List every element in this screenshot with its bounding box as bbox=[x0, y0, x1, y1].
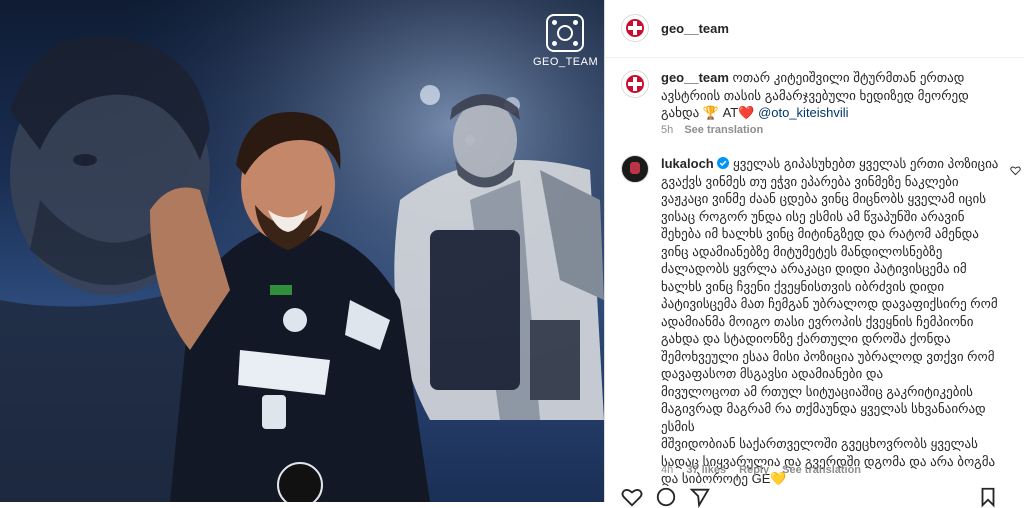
comment-time[interactable]: 4h bbox=[661, 464, 673, 476]
reply-button[interactable]: Reply bbox=[739, 464, 769, 476]
comment-line: მივულოცოთ ამ რთულ სიტუაციაშიც გაკრიტიკებ… bbox=[661, 383, 973, 399]
mention-link[interactable]: @oto_kiteishvili bbox=[758, 105, 849, 120]
like-heart-icon[interactable] bbox=[621, 486, 643, 508]
comment-line: ყველას გიპასუხებთ ყველას ერთი პოზიცია bbox=[733, 156, 999, 171]
post-detail-panel: geo__team geo__team ოთარ კიტეიშვილი შტურ… bbox=[604, 0, 1024, 508]
comment-line: გვაქვს ვინმეს თუ ეჭვი ეპარება ვინმეზე ნა… bbox=[661, 173, 959, 189]
comment-line: გახდა და სტადიონზე ქართული დროშა ქონდა bbox=[661, 331, 951, 346]
comment-bubble-icon[interactable] bbox=[655, 486, 677, 508]
comment-line: მშვიდობიან საქართველოში გვეცხოვრობს ყველ… bbox=[661, 436, 978, 451]
caption-time[interactable]: 5h bbox=[661, 124, 673, 136]
caption-line: გახდა 🏆 AT❤️ bbox=[661, 105, 755, 120]
comment-line: ძალადობს ყვრლა არაკაცი დიდი პატივისცემა … bbox=[661, 261, 967, 276]
comment-line: ესმის bbox=[661, 418, 695, 434]
geo-team-logo-icon bbox=[546, 14, 584, 52]
comment-line: ხალხს ვინც ჩვენი ქვეყნისთვის იბრძვის დიდ… bbox=[661, 278, 945, 294]
comment-line: დავაფასოთ მსგავსი ადამიანები და bbox=[661, 366, 884, 381]
comment-text-block: lukaloch ყველას გიპასუხებთ ყველას ერთი პ… bbox=[661, 155, 1011, 488]
comment-like-heart-icon[interactable] bbox=[1010, 165, 1021, 176]
comment-username[interactable]: lukaloch bbox=[661, 156, 714, 171]
comment-line: ადამიანმა მოიგო თასი ევროპის ქვეყნის ჩემ… bbox=[661, 313, 974, 329]
comment-line: ვინც ადამიანებზე მიტუმეტეს მანდილოსნებზე bbox=[661, 243, 943, 259]
comment-line: შეხება იმ ხალხს ვინც მიტინგზედ და რატომ … bbox=[661, 226, 979, 241]
comment-line: ვისაც როგორ უნდა ისე ესმის ამ წჳაპუნში ა… bbox=[661, 208, 965, 224]
comment-line: პატივისცემა მათ ჩემგან უბრალოდ დავაფიქსი… bbox=[661, 296, 998, 311]
caption-avatar[interactable] bbox=[621, 70, 649, 98]
verified-badge-icon bbox=[717, 157, 730, 169]
comment-likes[interactable]: 37 likes bbox=[686, 464, 726, 476]
caption-line: ავსტრიის თასის გამარჯვებული ხედიზედ მეორ… bbox=[661, 87, 969, 103]
post-artwork bbox=[0, 0, 604, 502]
share-paper-plane-icon[interactable] bbox=[689, 486, 711, 508]
comment-see-translation-button[interactable]: See translation bbox=[782, 464, 861, 476]
avatar[interactable] bbox=[621, 14, 649, 42]
header-username[interactable]: geo__team bbox=[661, 21, 729, 36]
comment-meta: 4h 37 likes Reply See translation bbox=[661, 464, 861, 476]
comment-line: ვაჟკაცი ვინმე ძაან ცდება ვინც მიცნობს ყვ… bbox=[661, 191, 987, 206]
comment-line: მაგივრად მაგრამ რა თქმაუნდა ყველას სხვან… bbox=[661, 401, 986, 416]
caption-text-block: geo__team ოთარ კიტეიშვილი შტურმთან ერთად… bbox=[661, 69, 1011, 122]
caption-meta: 5h See translation bbox=[661, 124, 763, 136]
brand-text: GEO_TEAM bbox=[533, 56, 599, 68]
caption-line: ოთარ კიტეიშვილი შტურმთან ერთად bbox=[732, 70, 965, 85]
post-header: geo__team bbox=[605, 0, 1024, 58]
post-image[interactable]: GEO_TEAM bbox=[0, 0, 604, 502]
comment-line: შემოხვეული ესაა მისი პოზიცია უბრალოდ ვთქ… bbox=[661, 348, 995, 364]
comment-avatar[interactable] bbox=[621, 155, 649, 183]
caption-username[interactable]: geo__team bbox=[661, 70, 729, 85]
see-translation-button[interactable]: See translation bbox=[684, 124, 763, 136]
save-bookmark-icon[interactable] bbox=[977, 486, 999, 508]
